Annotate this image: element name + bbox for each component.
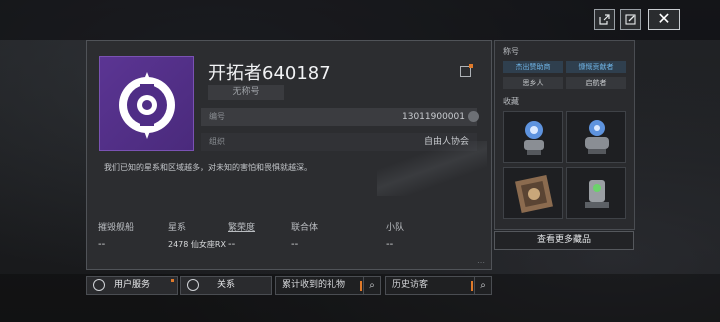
titles-header: 称号	[503, 47, 519, 56]
title-contributor[interactable]: 慷慨贡献者	[566, 61, 626, 73]
figurine-icon	[585, 180, 609, 208]
title-voyager[interactable]: 启航者	[566, 77, 626, 89]
stat-label: 星系	[168, 223, 187, 233]
bio-text: 我们已知的星系和区域越多，对未知的害怕和畏惧就越深。	[104, 163, 312, 172]
user-service-button[interactable]: 用户服务	[86, 276, 178, 295]
stat-label: 小队	[386, 223, 405, 233]
gifts-received-button[interactable]: 累计收到的礼物 ⌕	[275, 276, 381, 295]
collection-item-1[interactable]	[503, 111, 563, 163]
search-icon: ⌕	[474, 277, 491, 294]
id-label: 编号	[209, 112, 225, 121]
organization-label: 组织	[209, 137, 225, 146]
view-more-collections-button[interactable]: 查看更多藏品	[494, 231, 634, 250]
stat-squad: 小队 --	[386, 220, 404, 250]
profile-panel: 开拓者640187 无称号 编号 13011900001 组织 自由人协会 我们…	[86, 40, 492, 270]
title-chip[interactable]: 无称号	[208, 85, 284, 100]
orb-device-icon	[585, 120, 609, 154]
stat-destroyed-ships: 摧毁舰船 --	[98, 220, 134, 250]
search-icon: ⌕	[363, 277, 380, 294]
stat-system: 星系 2478 仙女座RX	[168, 220, 226, 250]
organization-value: 自由人协会	[423, 137, 469, 147]
notification-dot	[171, 279, 174, 282]
id-row: 编号 13011900001	[201, 108, 479, 126]
emblem-icon	[119, 72, 175, 139]
title-homesick[interactable]: 思乡人	[503, 77, 563, 89]
relations-label: 关系	[216, 280, 235, 290]
user-service-label: 用户服务	[113, 280, 150, 290]
resize-grip-icon: ⋯	[477, 258, 485, 267]
edit-profile-button[interactable]	[620, 9, 641, 30]
collection-item-3[interactable]	[503, 167, 563, 219]
stat-label: 联合体	[291, 223, 319, 233]
history-visitors-button[interactable]: 历史访客 ⌕	[385, 276, 492, 295]
history-visitors-label: 历史访客	[392, 280, 429, 290]
player-name: 开拓者640187	[208, 63, 331, 84]
side-panel: 称号 杰出赞助商 慷慨贡献者 思乡人 启航者 收藏	[494, 40, 635, 230]
collection-header: 收藏	[503, 97, 519, 106]
stat-value: --	[98, 239, 106, 250]
collection-item-2[interactable]	[566, 111, 626, 163]
title-sponsor[interactable]: 杰出赞助商	[503, 61, 563, 73]
avatar[interactable]	[99, 56, 194, 151]
close-button[interactable]: ✕	[648, 9, 680, 30]
book-icon	[515, 175, 553, 213]
edit-icon	[625, 14, 636, 25]
close-icon: ✕	[657, 9, 671, 28]
copy-icon[interactable]	[468, 111, 479, 122]
stat-label: 摧毁舰船	[98, 223, 135, 233]
share-button[interactable]	[594, 9, 615, 30]
share-icon	[599, 14, 610, 25]
gifts-received-label: 累计收到的礼物	[282, 280, 346, 290]
relations-button[interactable]: 关系	[180, 276, 272, 295]
rename-icon[interactable]	[460, 64, 473, 77]
collection-item-4[interactable]	[566, 167, 626, 219]
stat-value: --	[228, 239, 236, 250]
stat-label: 繁荣度	[228, 223, 256, 233]
orb-device-icon	[524, 121, 544, 155]
organization-row: 组织 自由人协会	[201, 133, 477, 151]
stat-value: --	[386, 239, 394, 250]
accent-bar	[471, 281, 473, 291]
accent-bar	[360, 281, 362, 291]
stat-value: --	[291, 239, 299, 250]
stat-value: 2478 仙女座RX	[168, 240, 226, 249]
id-value: 13011900001	[402, 112, 465, 122]
stat-prosperity[interactable]: 繁荣度 --	[228, 220, 255, 250]
stat-alliance: 联合体 --	[291, 220, 318, 250]
